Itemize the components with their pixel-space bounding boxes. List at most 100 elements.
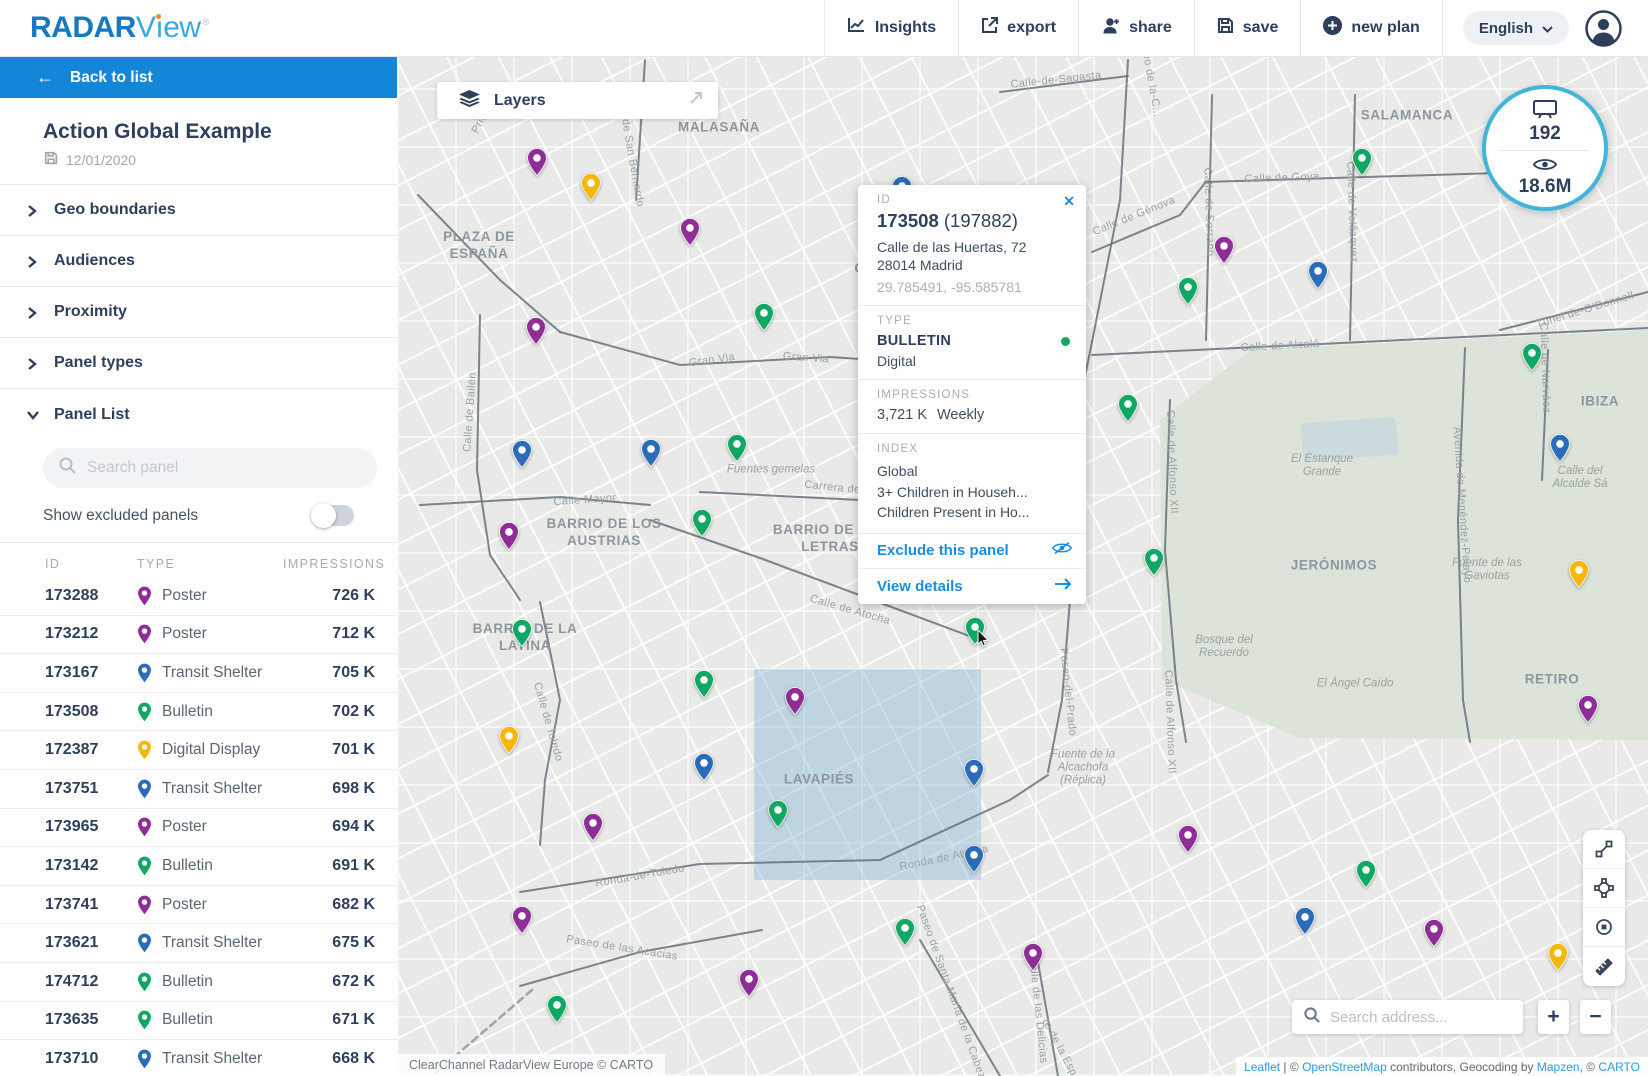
- map-pin-selected[interactable]: [965, 617, 985, 650]
- back-to-list-button[interactable]: ← Back to list: [0, 57, 397, 98]
- panel-table-row[interactable]: 173508 Bulletin 702 K: [0, 693, 397, 732]
- ruler-tool[interactable]: [1583, 947, 1625, 986]
- map-pin[interactable]: [694, 753, 714, 786]
- panel-search-input[interactable]: [87, 459, 361, 477]
- map-pin[interactable]: [499, 726, 519, 759]
- map-pin[interactable]: [895, 918, 915, 951]
- map-pin[interactable]: [1548, 943, 1568, 976]
- panel-table-row[interactable]: 173741 Poster 682 K: [0, 886, 397, 925]
- attribution-text: , ©: [1580, 1060, 1599, 1074]
- map-pin[interactable]: [1352, 148, 1372, 181]
- nav-save[interactable]: save: [1195, 0, 1301, 56]
- map-pin[interactable]: [694, 670, 714, 703]
- attribution-link[interactable]: Mapzen: [1537, 1060, 1580, 1074]
- nav-new-plan-label: new plan: [1351, 19, 1419, 37]
- panel-table-row[interactable]: 173965 Poster 694 K: [0, 809, 397, 848]
- panel-table-row[interactable]: 173212 Poster 712 K: [0, 616, 397, 655]
- map-pin[interactable]: [739, 969, 759, 1002]
- map-pin[interactable]: [1178, 277, 1198, 310]
- panel-id: 173741: [45, 896, 137, 914]
- zoom-out-button[interactable]: −: [1580, 1000, 1611, 1034]
- panel-table-row[interactable]: 173751 Transit Shelter 698 K: [0, 770, 397, 809]
- map-pin[interactable]: [499, 522, 519, 555]
- panel-id: 173167: [45, 664, 137, 682]
- panel-table-row[interactable]: 173288 Poster 726 K: [0, 577, 397, 616]
- zoom-in-button[interactable]: +: [1538, 1000, 1569, 1034]
- panel-impressions: 671 K: [283, 1011, 375, 1029]
- map-pin[interactable]: [1569, 560, 1589, 593]
- map-pin[interactable]: [1023, 943, 1043, 976]
- plan-date-value: 12/01/2020: [66, 152, 136, 168]
- layers-control[interactable]: Layers: [437, 82, 718, 119]
- save-floppy-icon: [1217, 17, 1234, 39]
- exclude-panel-link[interactable]: Exclude this panel: [858, 534, 1086, 569]
- map-pin[interactable]: [512, 906, 532, 939]
- map-pin[interactable]: [727, 434, 747, 467]
- panel-id: 173965: [45, 818, 137, 836]
- map-pin[interactable]: [1578, 695, 1598, 728]
- popup-index-lines: Global 3+ Children in Househ... Children…: [877, 461, 1070, 523]
- user-avatar[interactable]: [1585, 10, 1622, 47]
- language-selector[interactable]: English: [1463, 11, 1569, 45]
- chevron-right-icon: [27, 358, 37, 368]
- map-pin[interactable]: [1118, 394, 1138, 427]
- map-pin[interactable]: [964, 845, 984, 878]
- nav-insights[interactable]: Insights: [825, 0, 958, 56]
- nav-export[interactable]: export: [959, 0, 1078, 56]
- section-proximity[interactable]: Proximity: [0, 287, 397, 338]
- nav-new-plan[interactable]: new plan: [1301, 0, 1441, 56]
- map-pin[interactable]: [1295, 907, 1315, 940]
- panel-table-row[interactable]: 173635 Bulletin 671 K: [0, 1002, 397, 1041]
- panel-id: 174712: [45, 973, 137, 991]
- measure-line-tool[interactable]: [1583, 830, 1625, 869]
- map-pin[interactable]: [1178, 825, 1198, 858]
- map-pin[interactable]: [785, 687, 805, 720]
- address-search-input[interactable]: [1330, 1009, 1511, 1026]
- panel-table-row[interactable]: 173710 Transit Shelter 668 K: [0, 1040, 397, 1076]
- map-pin[interactable]: [768, 800, 788, 833]
- attribution-link[interactable]: CARTO: [1598, 1060, 1640, 1074]
- map-pin[interactable]: [964, 759, 984, 792]
- view-details-link[interactable]: View details: [858, 569, 1086, 604]
- map-pin[interactable]: [527, 148, 547, 181]
- panel-table-row[interactable]: 174712 Bulletin 672 K: [0, 963, 397, 1002]
- map-pin[interactable]: [581, 173, 601, 206]
- map-pin[interactable]: [512, 619, 532, 652]
- export-icon: [981, 17, 998, 39]
- panel-table-row[interactable]: 173167 Transit Shelter 705 K: [0, 654, 397, 693]
- map-pin[interactable]: [680, 218, 700, 251]
- panel-table-row[interactable]: 173621 Transit Shelter 675 K: [0, 924, 397, 963]
- section-audiences[interactable]: Audiences: [0, 236, 397, 287]
- map-pin[interactable]: [692, 509, 712, 542]
- show-excluded-toggle[interactable]: [313, 505, 354, 526]
- panel-table-row[interactable]: 172387 Digital Display 701 K: [0, 731, 397, 770]
- map-pin[interactable]: [1550, 434, 1570, 467]
- map-pin[interactable]: [754, 303, 774, 336]
- draw-circle-tool[interactable]: [1583, 908, 1625, 947]
- map-pin[interactable]: [512, 440, 532, 473]
- map-pin[interactable]: [526, 317, 546, 350]
- map-pin[interactable]: [547, 995, 567, 1028]
- attribution-link[interactable]: Leaflet: [1244, 1060, 1280, 1074]
- layers-icon: [459, 90, 480, 112]
- attribution-link[interactable]: OpenStreetMap: [1302, 1060, 1387, 1074]
- map-pin[interactable]: [1424, 919, 1444, 952]
- draw-polygon-tool[interactable]: [1583, 869, 1625, 908]
- map-pin[interactable]: [1356, 860, 1376, 893]
- panel-table-row[interactable]: 173142 Bulletin 691 K: [0, 847, 397, 886]
- section-geo-boundaries[interactable]: Geo boundaries: [0, 185, 397, 236]
- map-pin[interactable]: [583, 813, 603, 846]
- map-pin[interactable]: [1308, 261, 1328, 294]
- app-logo[interactable]: RADARVıew ®: [30, 11, 209, 45]
- map-pin[interactable]: [641, 439, 661, 472]
- section-label: Audiences: [54, 252, 135, 270]
- section-panel-types[interactable]: Panel types: [0, 338, 397, 389]
- nav-share[interactable]: share: [1079, 0, 1194, 56]
- panel-impressions: 694 K: [283, 818, 375, 836]
- map-pin[interactable]: [1522, 343, 1542, 376]
- map-pin[interactable]: [1144, 548, 1164, 581]
- close-icon[interactable]: ✕: [1063, 193, 1075, 210]
- map-pin[interactable]: [1214, 236, 1234, 269]
- section-panel-list[interactable]: Panel List: [0, 389, 397, 440]
- collapse-panel-icon[interactable]: [688, 90, 704, 111]
